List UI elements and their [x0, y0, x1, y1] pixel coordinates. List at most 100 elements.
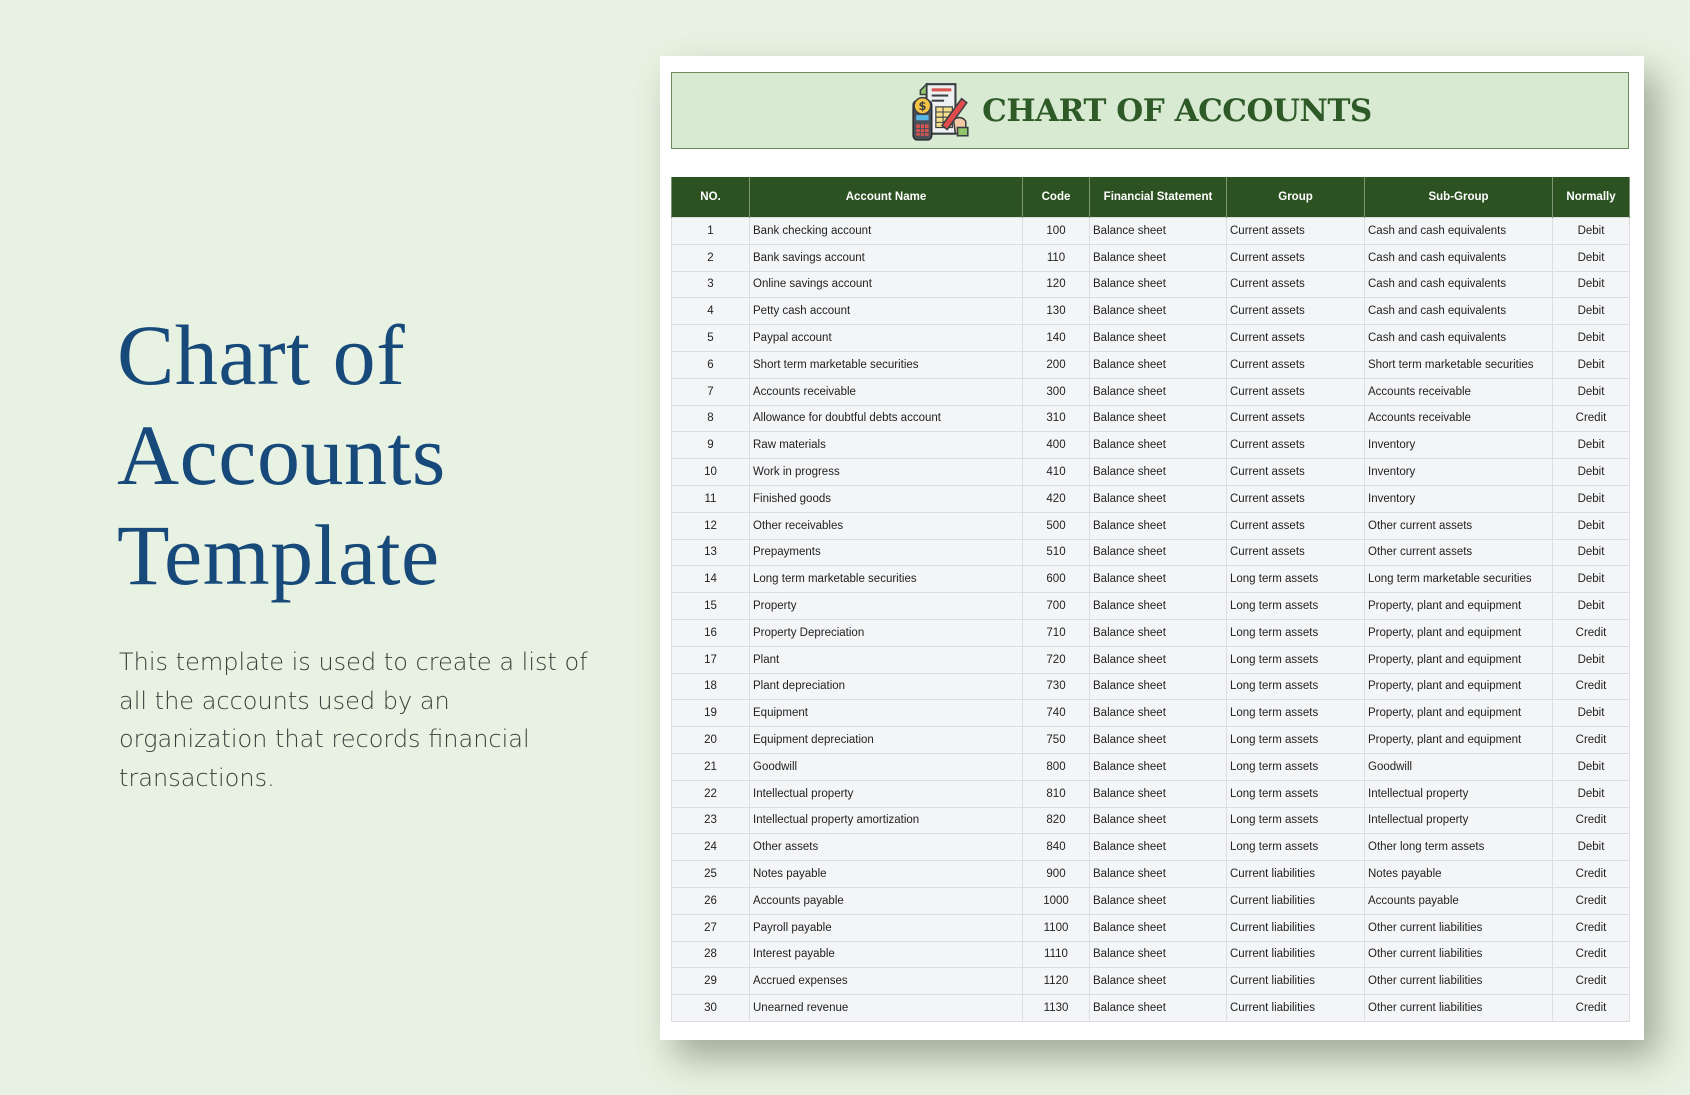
cell-normally[interactable]: Credit — [1552, 860, 1630, 888]
cell-no[interactable]: 7 — [671, 377, 750, 406]
cell-sub-group[interactable]: Property, plant and equipment — [1364, 672, 1553, 701]
cell-no[interactable]: 2 — [671, 243, 750, 272]
cell-code[interactable]: 1110 — [1022, 940, 1090, 969]
cell-code[interactable]: 400 — [1022, 431, 1090, 460]
cell-financial-statement[interactable]: Balance sheet — [1089, 511, 1227, 540]
cell-account-name[interactable]: Equipment — [749, 699, 1023, 728]
cell-normally[interactable]: Credit — [1552, 672, 1630, 701]
cell-account-name[interactable]: Accrued expenses — [749, 967, 1023, 996]
cell-sub-group[interactable]: Cash and cash equivalents — [1364, 270, 1553, 299]
cell-code[interactable]: 120 — [1022, 270, 1090, 299]
cell-normally[interactable]: Debit — [1552, 243, 1630, 272]
cell-no[interactable]: 8 — [671, 404, 750, 433]
cell-financial-statement[interactable]: Balance sheet — [1089, 806, 1227, 835]
cell-sub-group[interactable]: Property, plant and equipment — [1364, 699, 1553, 728]
cell-normally[interactable]: Debit — [1552, 297, 1630, 326]
cell-financial-statement[interactable]: Balance sheet — [1089, 458, 1227, 486]
cell-no[interactable]: 12 — [671, 511, 750, 540]
cell-code[interactable]: 800 — [1022, 752, 1090, 781]
cell-normally[interactable]: Debit — [1552, 377, 1630, 406]
cell-normally[interactable]: Credit — [1552, 806, 1630, 835]
cell-normally[interactable]: Debit — [1552, 779, 1630, 808]
cell-account-name[interactable]: Accounts receivable — [749, 377, 1023, 406]
cell-code[interactable]: 1100 — [1022, 913, 1090, 942]
cell-account-name[interactable]: Goodwill — [749, 752, 1023, 781]
cell-group[interactable]: Long term assets — [1226, 672, 1365, 701]
cell-account-name[interactable]: Interest payable — [749, 940, 1023, 969]
cell-sub-group[interactable]: Intellectual property — [1364, 806, 1553, 835]
cell-group[interactable]: Current assets — [1226, 217, 1365, 245]
cell-no[interactable]: 3 — [671, 270, 750, 299]
cell-account-name[interactable]: Intellectual property — [749, 779, 1023, 808]
cell-financial-statement[interactable]: Balance sheet — [1089, 860, 1227, 888]
cell-financial-statement[interactable]: Balance sheet — [1089, 377, 1227, 406]
cell-group[interactable]: Long term assets — [1226, 726, 1365, 754]
cell-group[interactable]: Current assets — [1226, 297, 1365, 326]
cell-financial-statement[interactable]: Balance sheet — [1089, 538, 1227, 567]
cell-normally[interactable]: Debit — [1552, 699, 1630, 728]
cell-group[interactable]: Current assets — [1226, 431, 1365, 460]
cell-financial-statement[interactable]: Balance sheet — [1089, 672, 1227, 701]
cell-sub-group[interactable]: Other current assets — [1364, 538, 1553, 567]
cell-account-name[interactable]: Property — [749, 592, 1023, 620]
cell-financial-statement[interactable]: Balance sheet — [1089, 913, 1227, 942]
cell-no[interactable]: 10 — [671, 458, 750, 486]
cell-financial-statement[interactable]: Balance sheet — [1089, 618, 1227, 647]
cell-code[interactable]: 720 — [1022, 645, 1090, 674]
cell-normally[interactable]: Credit — [1552, 994, 1630, 1022]
cell-sub-group[interactable]: Property, plant and equipment — [1364, 645, 1553, 674]
cell-normally[interactable]: Debit — [1552, 538, 1630, 567]
cell-sub-group[interactable]: Inventory — [1364, 458, 1553, 486]
cell-financial-statement[interactable]: Balance sheet — [1089, 217, 1227, 245]
cell-group[interactable]: Long term assets — [1226, 592, 1365, 620]
cell-account-name[interactable]: Online savings account — [749, 270, 1023, 299]
cell-account-name[interactable]: Property Depreciation — [749, 618, 1023, 647]
cell-sub-group[interactable]: Short term marketable securities — [1364, 350, 1553, 379]
cell-account-name[interactable]: Payroll payable — [749, 913, 1023, 942]
cell-sub-group[interactable]: Cash and cash equivalents — [1364, 217, 1553, 245]
cell-no[interactable]: 29 — [671, 967, 750, 996]
cell-code[interactable]: 310 — [1022, 404, 1090, 433]
cell-normally[interactable]: Debit — [1552, 592, 1630, 620]
cell-no[interactable]: 30 — [671, 994, 750, 1022]
cell-no[interactable]: 18 — [671, 672, 750, 701]
cell-code[interactable]: 300 — [1022, 377, 1090, 406]
cell-account-name[interactable]: Raw materials — [749, 431, 1023, 460]
cell-financial-statement[interactable]: Balance sheet — [1089, 645, 1227, 674]
cell-no[interactable]: 14 — [671, 565, 750, 594]
cell-financial-statement[interactable]: Balance sheet — [1089, 431, 1227, 460]
cell-code[interactable]: 100 — [1022, 217, 1090, 245]
cell-account-name[interactable]: Prepayments — [749, 538, 1023, 567]
cell-code[interactable]: 130 — [1022, 297, 1090, 326]
cell-account-name[interactable]: Petty cash account — [749, 297, 1023, 326]
cell-normally[interactable]: Credit — [1552, 913, 1630, 942]
cell-account-name[interactable]: Intellectual property amortization — [749, 806, 1023, 835]
cell-normally[interactable]: Debit — [1552, 752, 1630, 781]
cell-code[interactable]: 500 — [1022, 511, 1090, 540]
cell-sub-group[interactable]: Accounts payable — [1364, 886, 1553, 915]
cell-account-name[interactable]: Long term marketable securities — [749, 565, 1023, 594]
cell-sub-group[interactable]: Cash and cash equivalents — [1364, 297, 1553, 326]
cell-sub-group[interactable]: Accounts receivable — [1364, 377, 1553, 406]
cell-no[interactable]: 19 — [671, 699, 750, 728]
cell-group[interactable]: Long term assets — [1226, 645, 1365, 674]
cell-group[interactable]: Current liabilities — [1226, 967, 1365, 996]
cell-code[interactable]: 1120 — [1022, 967, 1090, 996]
cell-financial-statement[interactable]: Balance sheet — [1089, 243, 1227, 272]
cell-no[interactable]: 17 — [671, 645, 750, 674]
cell-sub-group[interactable]: Other current liabilities — [1364, 994, 1553, 1022]
cell-code[interactable]: 730 — [1022, 672, 1090, 701]
cell-normally[interactable]: Debit — [1552, 565, 1630, 594]
cell-group[interactable]: Long term assets — [1226, 806, 1365, 835]
cell-sub-group[interactable]: Long term marketable securities — [1364, 565, 1553, 594]
cell-sub-group[interactable]: Notes payable — [1364, 860, 1553, 888]
cell-code[interactable]: 900 — [1022, 860, 1090, 888]
cell-group[interactable]: Current assets — [1226, 404, 1365, 433]
cell-code[interactable]: 420 — [1022, 484, 1090, 513]
cell-no[interactable]: 6 — [671, 350, 750, 379]
cell-group[interactable]: Current liabilities — [1226, 913, 1365, 942]
cell-code[interactable]: 820 — [1022, 806, 1090, 835]
cell-sub-group[interactable]: Cash and cash equivalents — [1364, 324, 1553, 352]
cell-group[interactable]: Current assets — [1226, 350, 1365, 379]
cell-account-name[interactable]: Plant depreciation — [749, 672, 1023, 701]
